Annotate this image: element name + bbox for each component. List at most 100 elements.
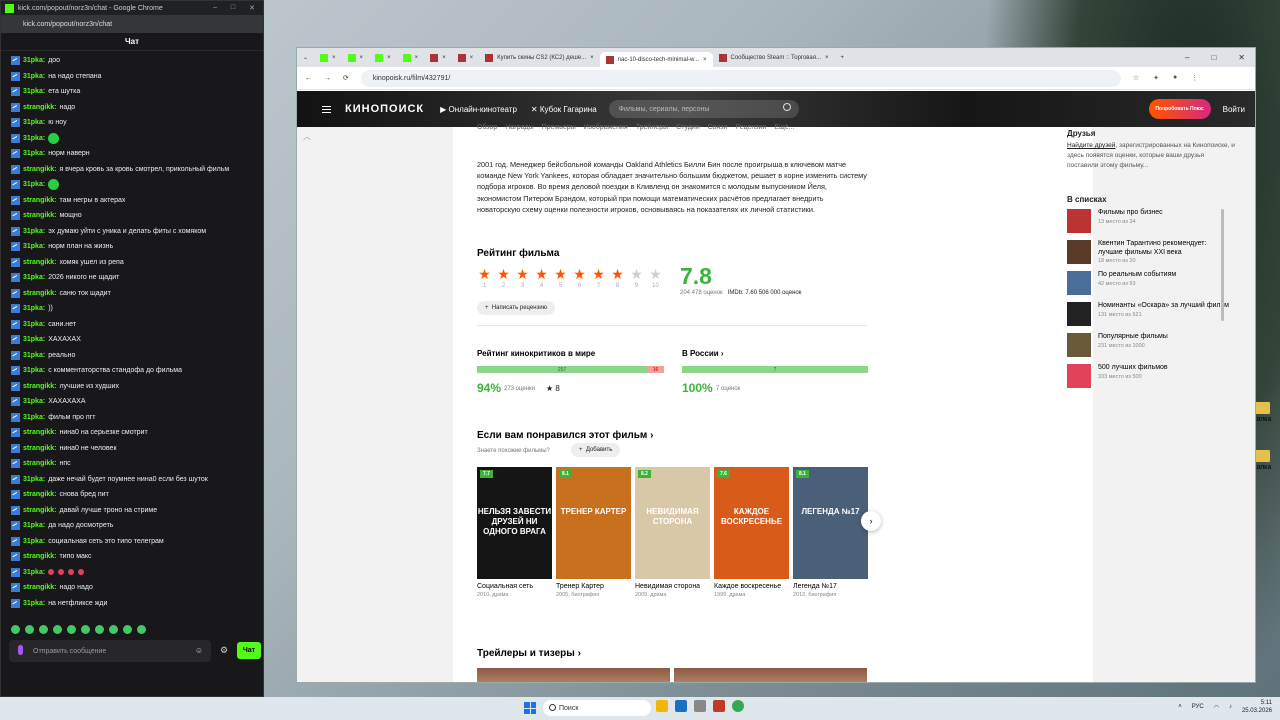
chat-username[interactable]: 31pka: [23, 181, 45, 188]
back-icon[interactable]: ← [305, 75, 312, 82]
poster-card[interactable]: 7.7 НЕЛЬЗЯ ЗАВЕСТИ ДРУЗЕЙ НИ ОДНОГО ВРАГА… [477, 467, 552, 598]
tab-close-icon[interactable]: × [590, 55, 594, 61]
chat-username[interactable]: 31pka: [23, 476, 45, 483]
emote-icon[interactable] [109, 625, 118, 634]
emote-icon[interactable] [123, 625, 132, 634]
write-review-button[interactable]: + Написать рецензию [477, 301, 556, 315]
browser-tab[interactable]: × [342, 50, 370, 65]
profile-icon[interactable]: ● [1173, 74, 1177, 82]
rating-star[interactable]: ★ 4 [534, 267, 549, 290]
url-input[interactable]: kinopoisk.ru/film/432791/ [360, 69, 1121, 87]
chat-username[interactable]: 31pka: [23, 522, 45, 529]
chat-username[interactable]: 31pka: [23, 228, 45, 235]
browser-tab[interactable]: Купить скины CS2 (КС2) деше... × [479, 50, 600, 65]
chat-username[interactable]: 31pka: [23, 57, 45, 64]
film-subnav-tab[interactable]: Награды [505, 124, 533, 131]
chat-username[interactable]: strangikk: [23, 197, 56, 204]
list-item[interactable]: Популярные фильмы 231 место из 1000 [1067, 333, 1229, 357]
chat-username[interactable]: strangikk: [23, 460, 56, 467]
lists-scrollbar[interactable] [1221, 209, 1224, 321]
similar-title[interactable]: Если вам понравился этот фильм › [477, 430, 653, 441]
carousel-next-button[interactable]: › [861, 511, 881, 531]
chat-username[interactable]: 31pka: [23, 150, 45, 157]
new-tab-icon[interactable]: + [835, 50, 851, 65]
add-similar-button[interactable]: + Добавить [571, 443, 621, 457]
browser-tab[interactable]: × [424, 50, 452, 65]
chat-username[interactable]: 31pka: [23, 398, 45, 405]
rating-star[interactable]: ★ 6 [572, 267, 587, 290]
tab-close-icon[interactable]: × [470, 55, 474, 61]
try-plus-button[interactable]: Попробовать Плюс [1148, 99, 1211, 119]
chat-username[interactable]: 31pka: [23, 274, 45, 281]
minimize-icon[interactable]: – [213, 4, 217, 12]
app-icon[interactable] [694, 700, 706, 712]
tab-close-icon[interactable]: × [387, 55, 391, 61]
chat-messages[interactable]: 31pka: доо 31pka: на надо степана 31pka: ета … [1, 51, 263, 619]
rating-star[interactable]: ★ 8 [610, 267, 625, 290]
chat-username[interactable]: strangikk: [23, 445, 56, 452]
film-subnav-tab[interactable]: Изображения [584, 124, 628, 131]
chrome-icon[interactable] [732, 700, 744, 712]
tray-chevron-icon[interactable]: ˄ [1178, 704, 1182, 710]
rating-star[interactable]: ★ 3 [515, 267, 530, 290]
chat-username[interactable]: 31pka: [23, 600, 45, 607]
emote-icon[interactable] [81, 625, 90, 634]
browser-tab[interactable]: × [397, 50, 425, 65]
gear-icon[interactable]: ⚙ [220, 645, 228, 656]
chat-username[interactable]: strangikk: [23, 429, 56, 436]
list-item[interactable]: По реальным событиям 42 место из 93 [1067, 271, 1229, 295]
tab-close-icon[interactable]: × [332, 55, 336, 61]
rating-star[interactable]: ★ 5 [553, 267, 568, 290]
emote-icon[interactable] [25, 625, 34, 634]
emote-icon[interactable] [137, 625, 146, 634]
rating-star[interactable]: ★ 2 [496, 267, 511, 290]
chat-message-input[interactable]: Отправить сообщение ☺ [9, 640, 211, 662]
tab-close-icon[interactable]: × [703, 57, 707, 63]
maximize-icon[interactable]: □ [1211, 53, 1216, 62]
language-indicator[interactable]: РУС [1192, 704, 1204, 710]
emote-icon[interactable] [67, 625, 76, 634]
rating-star[interactable]: ★ 9 [629, 267, 644, 290]
login-link[interactable]: Войти [1223, 105, 1245, 114]
site-logo[interactable]: КИНОПОИСК [345, 103, 424, 115]
poster-card[interactable]: 7.6 КАЖДОЕ ВОСКРЕСЕНЬЕ Каждое воскресенье 1… [714, 467, 789, 598]
trailer-thumb[interactable] [674, 668, 867, 682]
chat-username[interactable]: 31pka: [23, 135, 45, 142]
emote-icon[interactable] [11, 625, 20, 634]
chat-url-bar[interactable]: kick.com/popout/norz3n/chat [1, 15, 263, 33]
poster-image[interactable]: 7.6 КАЖДОЕ ВОСКРЕСЕНЬЕ [714, 467, 789, 579]
windows-start-icon[interactable] [524, 702, 536, 714]
tab-search-icon[interactable]: ⌄ [297, 50, 314, 65]
chat-username[interactable]: 31pka: [23, 367, 45, 374]
chat-username[interactable]: strangikk: [23, 584, 56, 591]
close-icon[interactable]: ✕ [249, 4, 255, 12]
tab-close-icon[interactable]: × [415, 55, 419, 61]
chat-username[interactable]: strangikk: [23, 166, 56, 173]
browser-tab[interactable]: nac-10-disco-tech-minimal-w... × [599, 52, 713, 67]
emote-icon[interactable] [95, 625, 104, 634]
poster-image[interactable]: 7.7 НЕЛЬЗЯ ЗАВЕСТИ ДРУЗЕЙ НИ ОДНОГО ВРАГА [477, 467, 552, 579]
browser-tab[interactable]: × [314, 50, 342, 65]
chat-username[interactable]: 31pka: [23, 321, 45, 328]
search-icon[interactable] [782, 103, 791, 111]
chat-username[interactable]: strangikk: [23, 212, 56, 219]
poster-image[interactable]: 8.1 ТРЕНЕР КАРТЕР [556, 467, 631, 579]
trailers-title[interactable]: Трейлеры и тизеры › [477, 648, 581, 659]
browser-tab[interactable]: × [452, 50, 480, 65]
poster-image[interactable]: 8.2 НЕВИДИМАЯ СТОРОНА [635, 467, 710, 579]
browser-tab[interactable]: Сообщество Steam :: Торговая... × [713, 50, 835, 65]
chat-username[interactable]: strangikk: [23, 290, 56, 297]
trailer-thumb[interactable] [477, 668, 670, 682]
chat-username[interactable]: strangikk: [23, 104, 56, 111]
store-icon[interactable] [675, 700, 687, 712]
bookmark-star-icon[interactable]: ☆ [1133, 74, 1139, 82]
chat-username[interactable]: strangikk: [23, 259, 56, 266]
chat-username[interactable]: strangikk: [23, 553, 56, 560]
emote-icon[interactable] [53, 625, 62, 634]
maximize-icon[interactable]: □ [231, 4, 235, 12]
chat-username[interactable]: 31pka: [23, 538, 45, 545]
rating-star[interactable]: ★ 7 [591, 267, 606, 290]
tab-close-icon[interactable]: × [360, 55, 364, 61]
chat-username[interactable]: 31pka: [23, 352, 45, 359]
film-subnav-tab[interactable]: Рецензии [735, 124, 766, 131]
